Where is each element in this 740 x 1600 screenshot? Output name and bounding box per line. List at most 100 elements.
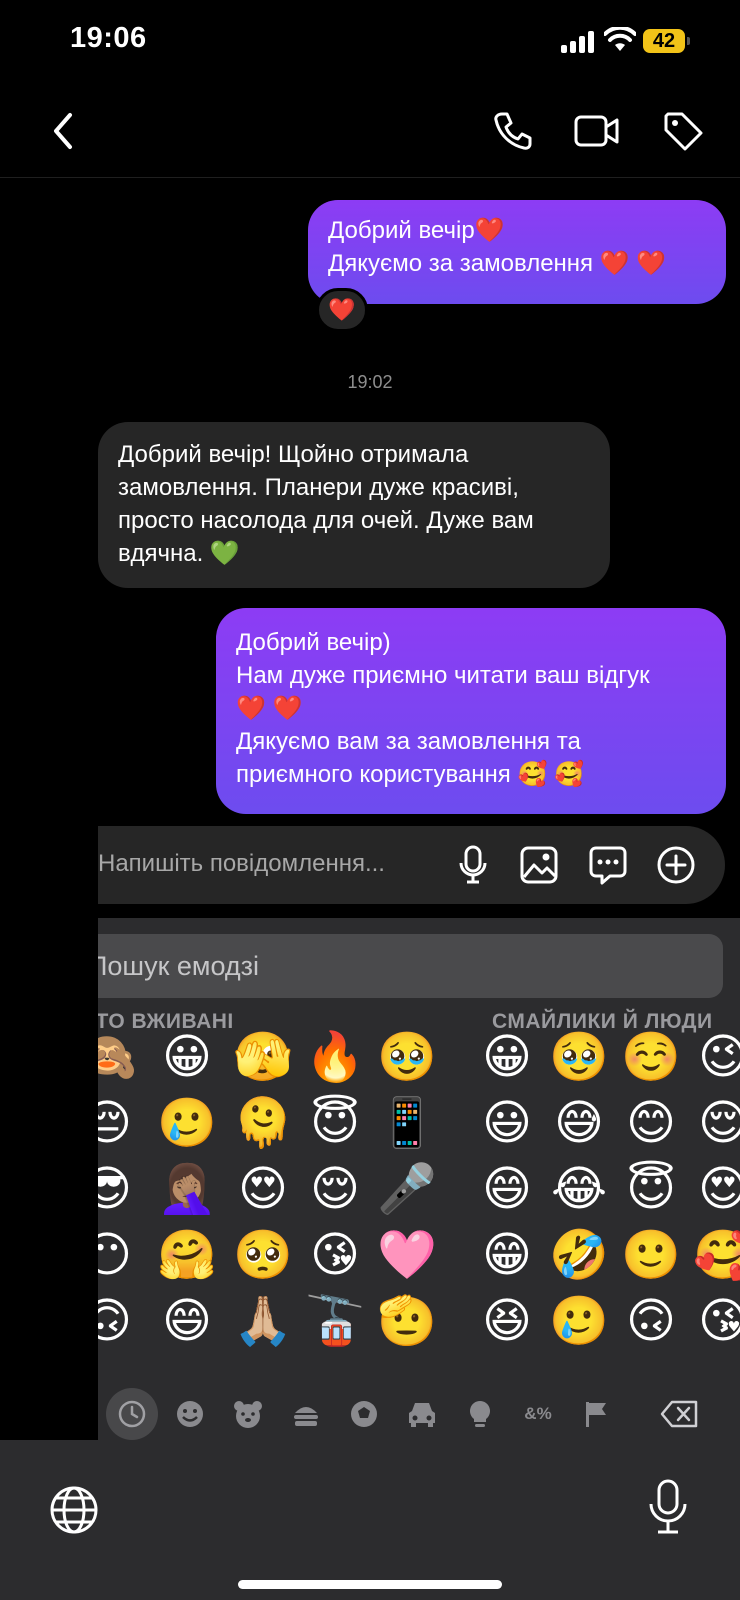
video-call-button[interactable] (574, 108, 620, 154)
tag-button[interactable] (660, 108, 706, 154)
emoji-key[interactable]: 😔 (98, 1092, 138, 1154)
emoji-search-placeholder: Пошук емодзі (98, 951, 260, 981)
emoji-key[interactable]: 😀 (156, 1026, 218, 1088)
emoji-key[interactable]: 🥺 (232, 1224, 294, 1286)
emoji-key[interactable]: 🤦🏽‍♀️ (156, 1158, 218, 1220)
emoji-key[interactable]: 😶 (98, 1224, 138, 1286)
emoji-key[interactable]: 😍 (232, 1158, 294, 1220)
ball-icon[interactable] (338, 1388, 390, 1440)
emoji-key[interactable]: 😉 (692, 1026, 740, 1088)
recent-clock-icon[interactable] (106, 1388, 158, 1440)
message-composer: Напишіть повідомлення... (98, 826, 725, 904)
message-line: ❤️ ❤️ (236, 695, 303, 722)
emoji-keyboard: Пошук емодзі ЧАСТО ВЖИВАНІ СМАЙЛИКИ Й ЛЮ… (98, 918, 740, 1440)
home-indicator[interactable] (238, 1580, 502, 1589)
chevron-left-icon (54, 113, 72, 149)
emoji-key[interactable]: 🩷 (376, 1224, 438, 1286)
symbols-label: &% (524, 1404, 552, 1423)
emoji-category-bar: &% (98, 1388, 740, 1440)
message-line: Добрий вечір❤️ (328, 217, 505, 244)
emoji-key[interactable]: 🙂 (620, 1224, 682, 1286)
voice-call-button[interactable] (490, 108, 536, 154)
emoji-key[interactable]: 🥰 (692, 1224, 740, 1286)
emoji-key[interactable]: 🥹 (376, 1026, 438, 1088)
chat-header (0, 84, 740, 178)
globe-icon[interactable] (48, 1484, 100, 1536)
message-bubble-outgoing[interactable]: Добрий вечір❤️ Дякуємо за замовлення ❤️ … (308, 200, 726, 304)
emoji-key[interactable]: 😂 (548, 1158, 610, 1220)
message-reaction[interactable]: ❤️ (316, 288, 368, 332)
message-line: Добрий вечір) (236, 629, 391, 656)
emoji-key[interactable]: 📱 (376, 1092, 438, 1154)
emoji-key[interactable]: 🥲 (548, 1290, 610, 1352)
message-line: просто насолода для очей. Дуже вам (118, 507, 534, 534)
emoji-key[interactable]: ☺️ (620, 1026, 682, 1088)
status-time: 19:06 (70, 22, 147, 54)
gallery-button[interactable] (517, 843, 561, 887)
emoji-key[interactable]: 😀 (476, 1026, 538, 1088)
dictation-microphone-icon[interactable] (646, 1478, 690, 1536)
flag-icon[interactable] (570, 1388, 622, 1440)
emoji-key[interactable]: 😆 (476, 1290, 538, 1352)
message-line: Дякуємо за замовлення ❤️ ❤️ (328, 250, 667, 277)
symbols-icon[interactable]: &% (512, 1388, 564, 1440)
emoji-key[interactable]: 😄 (476, 1158, 538, 1220)
emoji-key[interactable]: 😊 (620, 1092, 682, 1154)
message-line: Добрий вечір! Щойно отримала (118, 441, 469, 468)
more-options-button[interactable] (654, 843, 698, 887)
message-bubble-incoming[interactable]: Добрий вечір! Щойно отримала замовлення.… (98, 422, 610, 588)
emoji-key[interactable]: 🤗 (156, 1224, 218, 1286)
smiley-icon[interactable] (164, 1388, 216, 1440)
emoji-key[interactable]: 😌 (692, 1092, 740, 1154)
emoji-key[interactable]: 😄 (156, 1290, 218, 1352)
message-line: вдячна. 💚 (118, 540, 240, 567)
emoji-key[interactable]: 😘 (692, 1290, 740, 1352)
message-line: замовлення. Планери дуже красиві, (118, 474, 519, 501)
sticker-button[interactable] (586, 843, 630, 887)
emoji-key[interactable]: 🥲 (156, 1092, 218, 1154)
emoji-key[interactable]: 🙈 (98, 1026, 138, 1088)
emoji-key[interactable]: 🙃 (98, 1290, 138, 1352)
bear-icon[interactable] (222, 1388, 274, 1440)
emoji-key[interactable]: 😘 (304, 1224, 366, 1286)
emoji-key[interactable]: 🫡 (376, 1290, 438, 1352)
back-button[interactable] (40, 108, 86, 154)
emoji-key[interactable]: 🔥 (304, 1026, 366, 1088)
emoji-key[interactable]: 🤣 (548, 1224, 610, 1286)
emoji-key[interactable]: 😎 (98, 1158, 138, 1220)
emoji-key[interactable]: 😁 (476, 1224, 538, 1286)
emoji-search-field[interactable]: Пошук емодзі (98, 934, 723, 998)
emoji-key[interactable]: 😇 (620, 1158, 682, 1220)
battery-level: 42 (643, 29, 685, 53)
left-background-strip (0, 826, 98, 1440)
message-input[interactable]: Напишіть повідомлення... (98, 850, 385, 878)
emoji-key[interactable]: 😌 (304, 1158, 366, 1220)
message-line: Нам дуже приємно читати ваш відгук (236, 662, 650, 689)
message-line: приємного користування 🥰 🥰 (236, 761, 584, 788)
emoji-key[interactable]: 🙏🏼 (232, 1290, 294, 1352)
emoji-key[interactable]: 🫣 (232, 1026, 294, 1088)
emoji-key[interactable]: 🚡 (304, 1290, 366, 1352)
emoji-key[interactable]: 😅 (548, 1092, 610, 1154)
emoji-key[interactable]: 🙃 (620, 1290, 682, 1352)
backspace-icon[interactable] (654, 1388, 706, 1440)
emoji-key[interactable]: 😍 (692, 1158, 740, 1220)
emoji-key[interactable]: 🥹 (548, 1026, 610, 1088)
keyboard-bottom-bar (0, 1440, 740, 1600)
video-camera-icon (574, 115, 619, 147)
message-timestamp: 19:02 (347, 372, 393, 392)
battery-icon: 42 (643, 29, 691, 55)
emoji-key[interactable]: 🎤 (376, 1158, 438, 1220)
food-icon[interactable] (280, 1388, 332, 1440)
lightbulb-icon[interactable] (454, 1388, 506, 1440)
emoji-key[interactable]: 😃 (476, 1092, 538, 1154)
image-icon (520, 846, 558, 884)
emoji-key[interactable]: 😇 (304, 1092, 366, 1154)
emoji-key[interactable]: 🫠 (232, 1092, 294, 1154)
car-icon[interactable] (396, 1388, 448, 1440)
microphone-icon (459, 845, 487, 884)
message-bubble-outgoing[interactable]: Добрий вечір) Нам дуже приємно читати ва… (216, 608, 726, 814)
voice-message-button[interactable] (451, 843, 495, 887)
status-bar: 19:06 42 (0, 0, 740, 84)
wifi-icon (604, 27, 636, 51)
